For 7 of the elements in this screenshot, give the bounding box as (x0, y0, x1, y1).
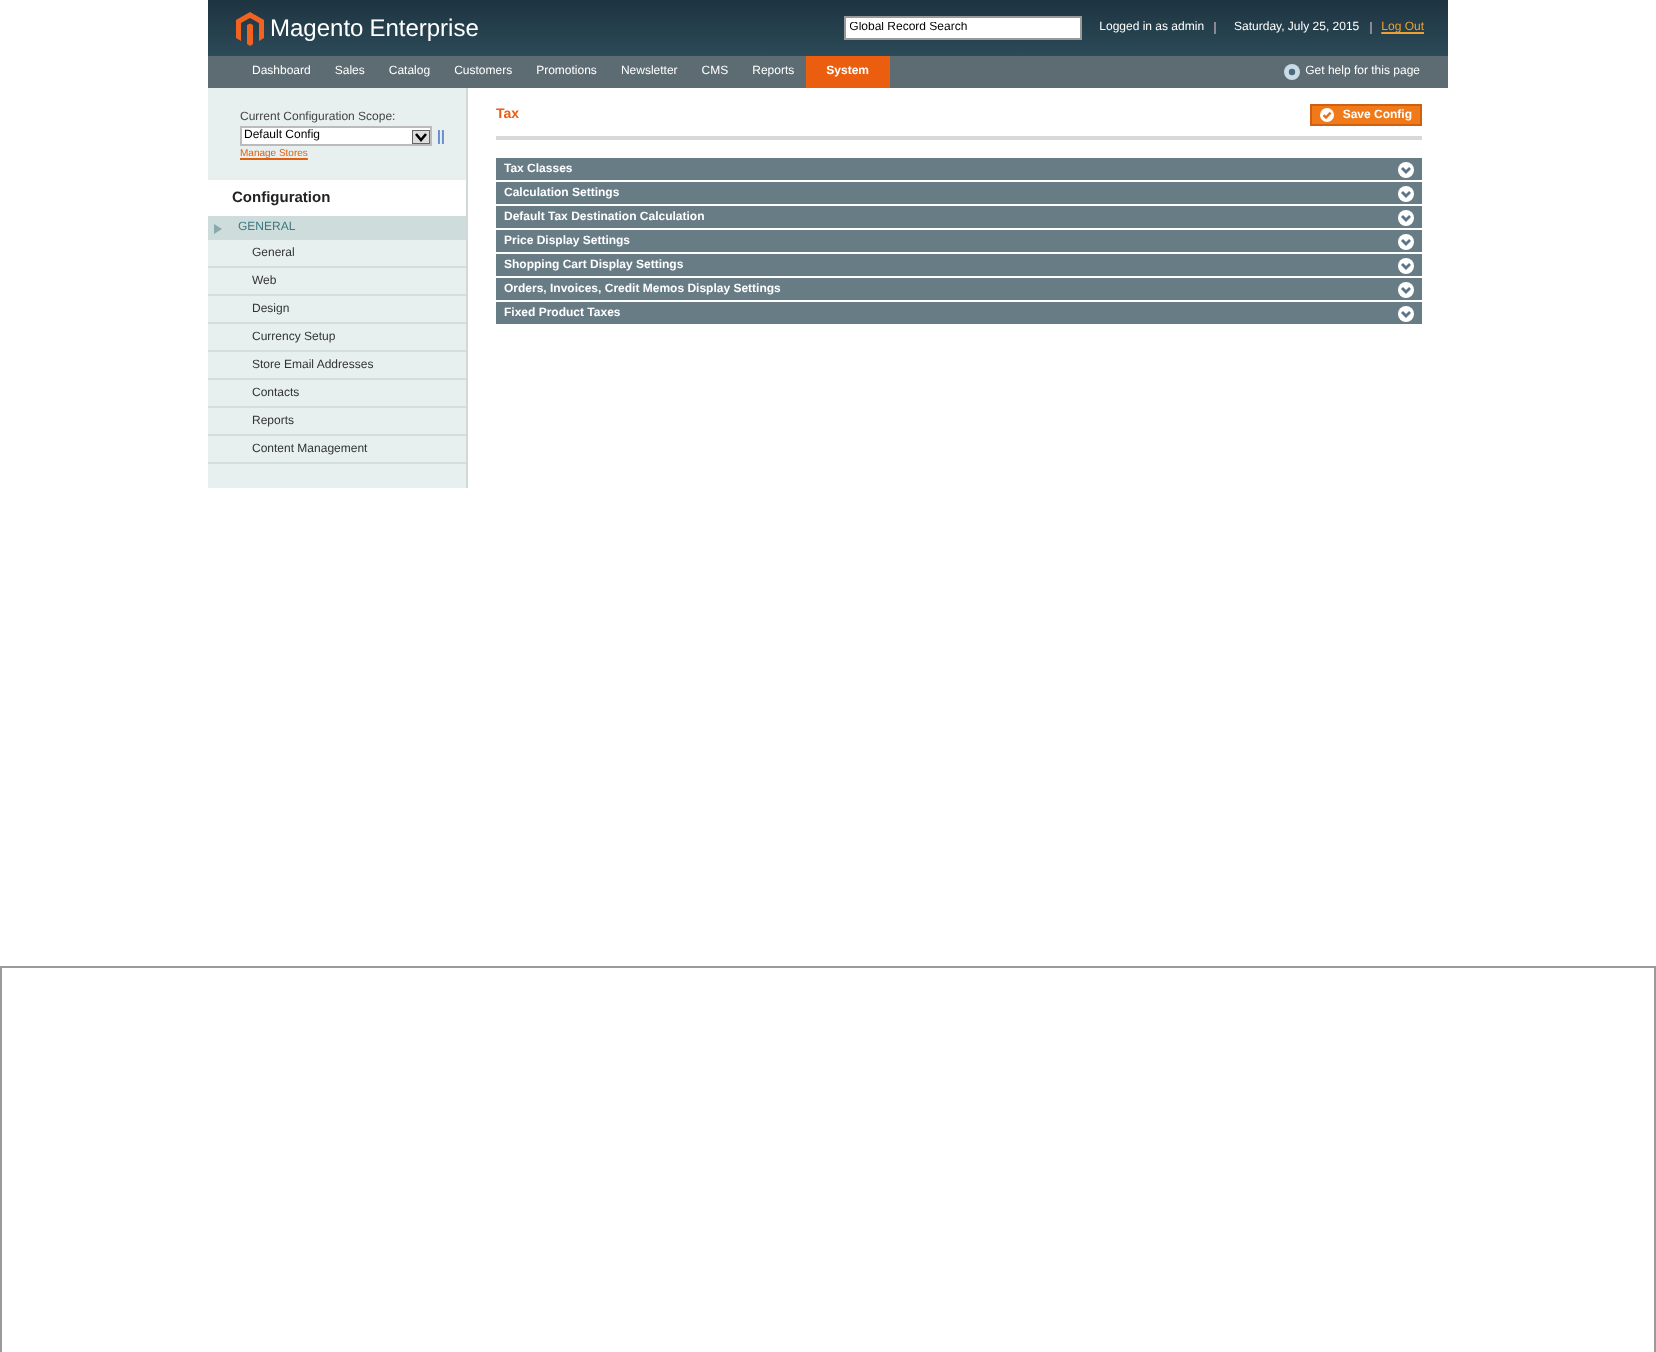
logo-text: Magento (270, 14, 364, 42)
logo-subtitle: Enterprise (369, 14, 479, 42)
help-icon (1283, 64, 1300, 80)
caret-icon (412, 129, 431, 143)
logo-icon (236, 11, 264, 45)
check-icon (1320, 108, 1335, 122)
expand-icon (214, 223, 222, 233)
